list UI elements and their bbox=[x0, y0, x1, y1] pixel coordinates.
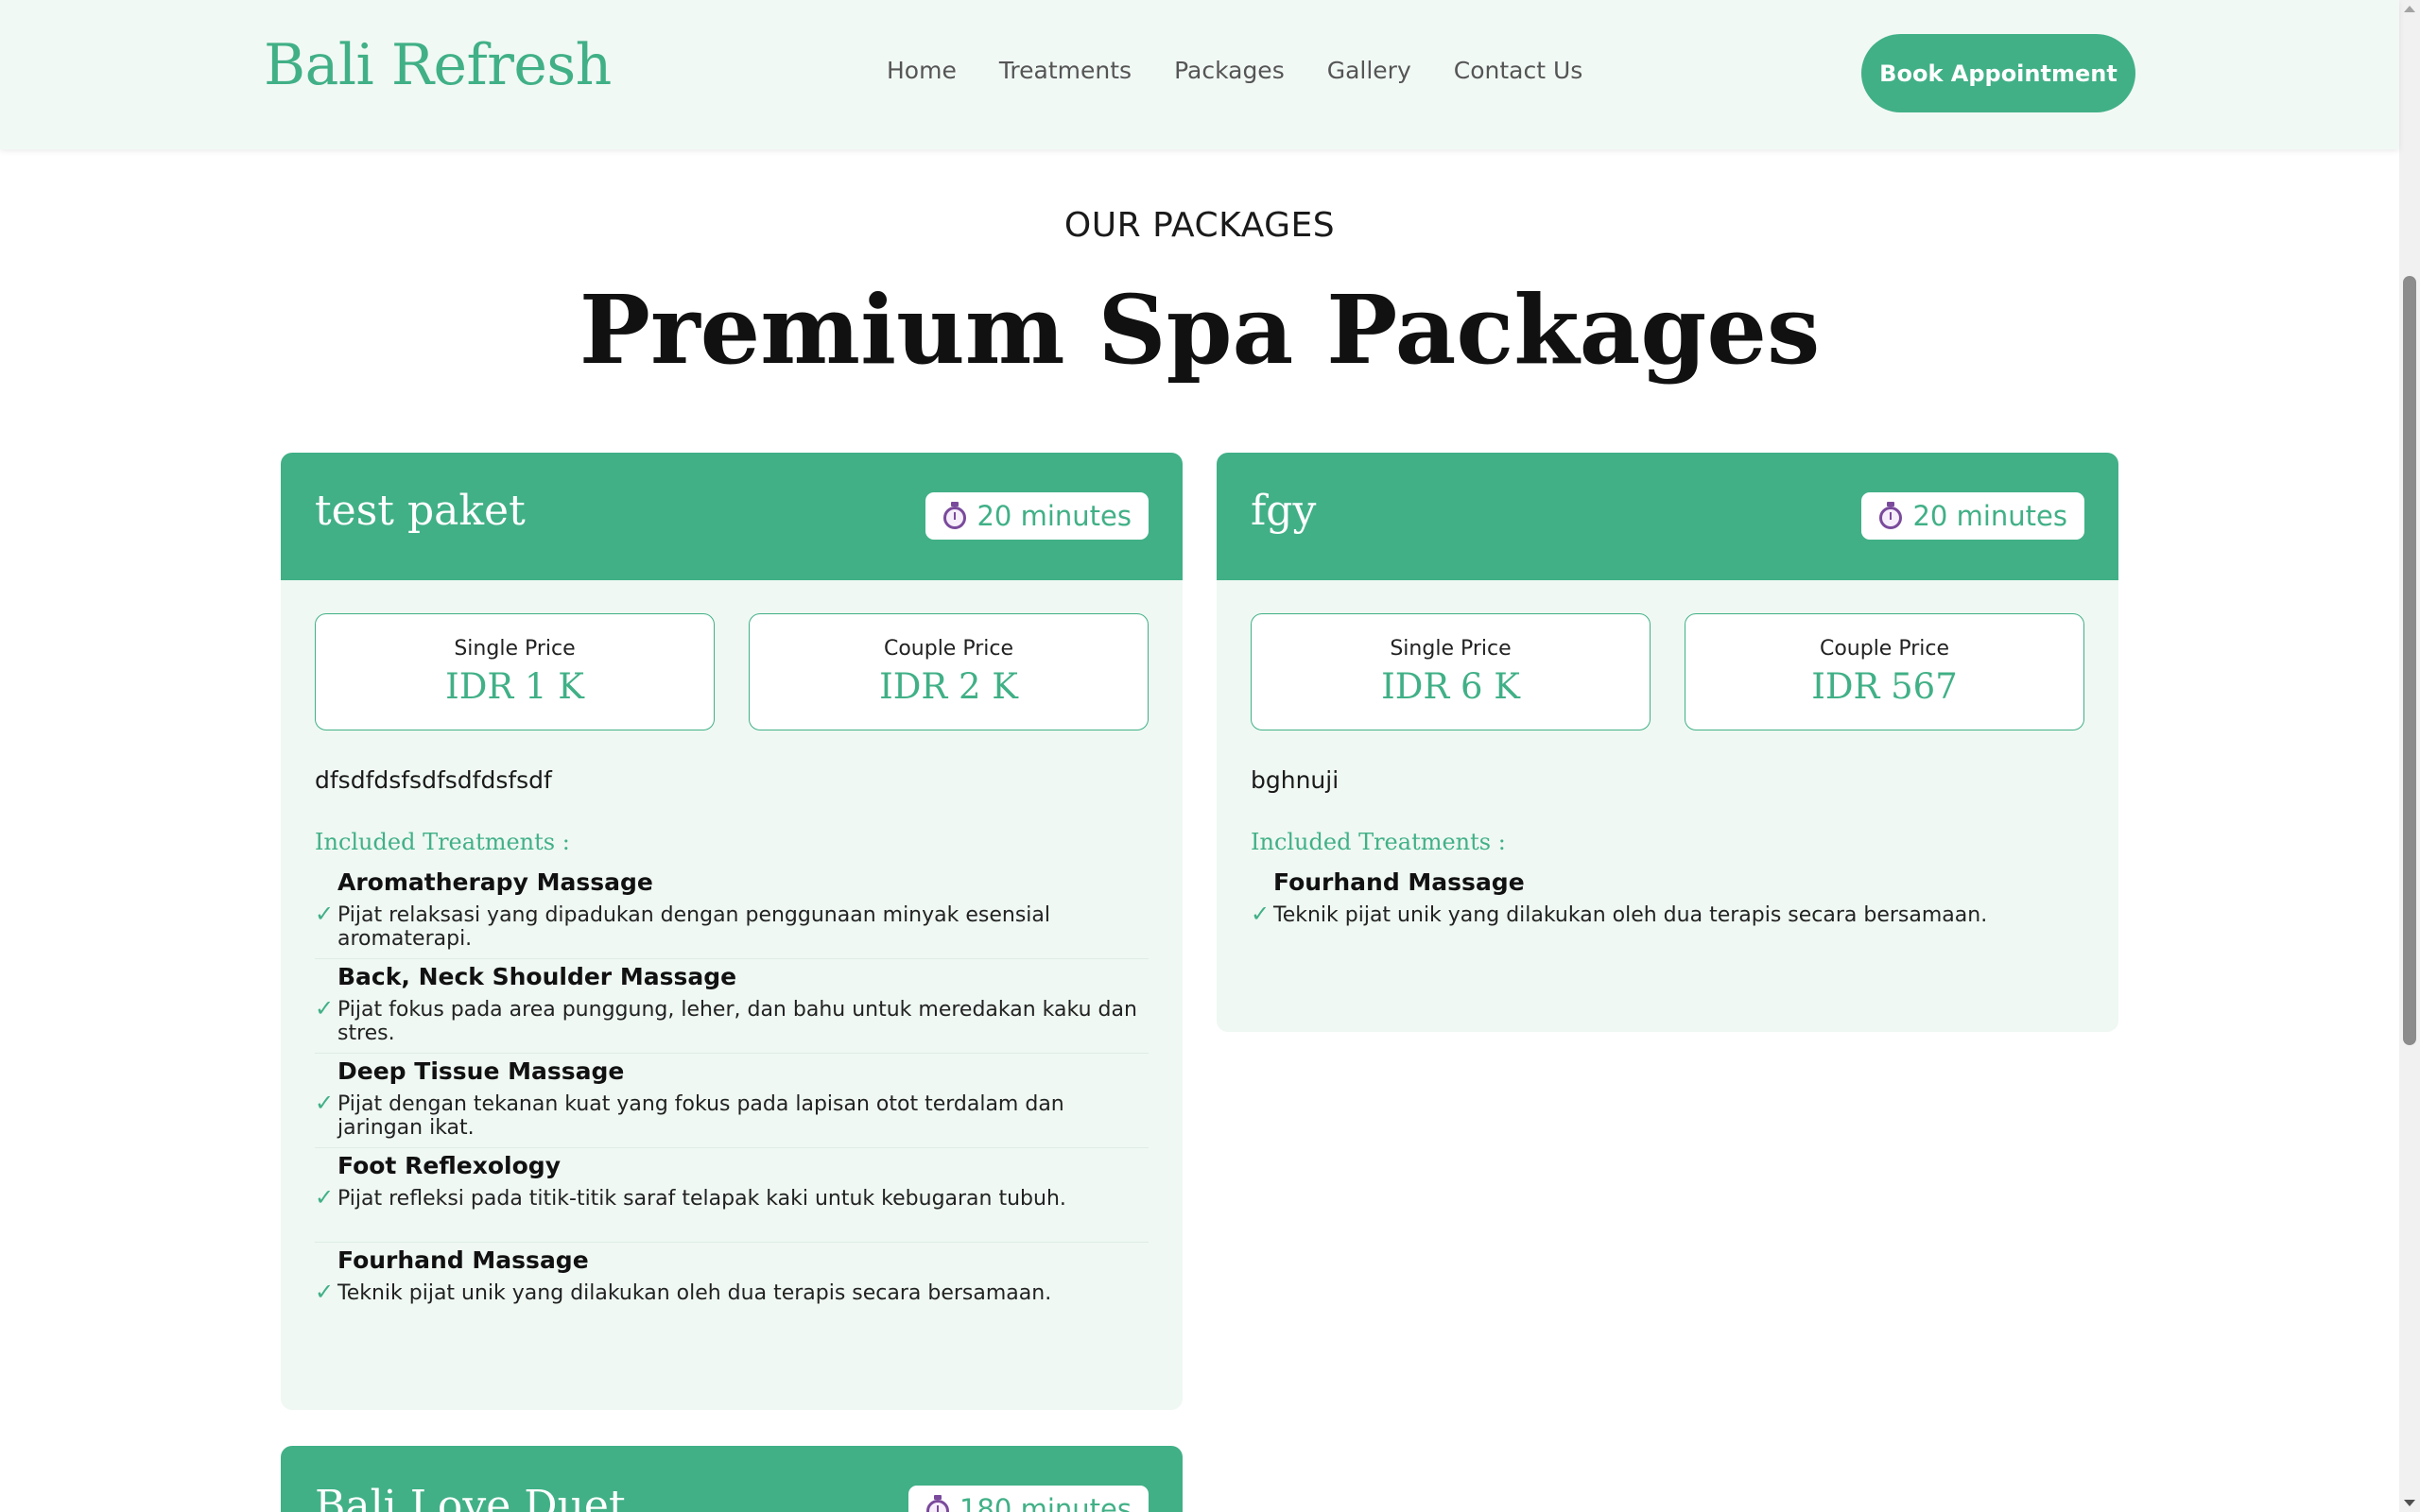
treatment-item: ✓ Fourhand Massage Teknik pijat unik yan… bbox=[315, 1243, 1149, 1337]
treatment-description: Pijat relaksasi yang dipadukan dengan pe… bbox=[337, 903, 1051, 951]
package-name: fgy bbox=[1251, 487, 1317, 535]
treatment-item: ✓ Aromatherapy Massage Pijat relaksasi y… bbox=[315, 865, 1149, 959]
nav-item-home[interactable]: Home bbox=[887, 57, 957, 84]
package-name: Bali Love Duet bbox=[315, 1482, 626, 1512]
package-card: test paket 20 minutes Single Price IDR 1… bbox=[281, 453, 1183, 1410]
treatment-item: ✓ Fourhand Massage Teknik pijat unik yan… bbox=[1251, 865, 2084, 959]
duration-badge: 180 minutes bbox=[908, 1486, 1149, 1512]
couple-price-value: IDR 567 bbox=[1811, 666, 1958, 707]
check-icon: ✓ bbox=[315, 995, 335, 1022]
treatment-item: ✓ Back, Neck Shoulder Massage Pijat foku… bbox=[315, 959, 1149, 1054]
treatment-name: Aromatherapy Massage bbox=[337, 868, 653, 896]
package-card-header: fgy 20 minutes bbox=[1217, 453, 2118, 580]
treatment-description: Teknik pijat unik yang dilakukan oleh du… bbox=[1273, 903, 1988, 927]
package-name: test paket bbox=[315, 487, 526, 535]
duration-badge: 20 minutes bbox=[1861, 492, 2084, 540]
single-price-box: Single Price IDR 6 K bbox=[1251, 613, 1651, 730]
treatment-name: Deep Tissue Massage bbox=[337, 1057, 625, 1085]
check-icon: ✓ bbox=[315, 1090, 335, 1116]
treatment-description: Pijat refleksi pada titik-titik saraf te… bbox=[337, 1187, 1066, 1211]
treatment-list: ✓ Aromatherapy Massage Pijat relaksasi y… bbox=[315, 865, 1149, 1337]
couple-price-label: Couple Price bbox=[883, 637, 1014, 661]
check-icon: ✓ bbox=[315, 1184, 335, 1211]
single-price-value: IDR 6 K bbox=[1381, 666, 1520, 707]
package-description: dfsdfdsfsdfsdfdsfsdf bbox=[315, 766, 552, 794]
book-appointment-button[interactable]: Book Appointment bbox=[1861, 34, 2135, 112]
package-card-header: Bali Love Duet 180 minutes bbox=[281, 1446, 1183, 1512]
treatment-list: ✓ Fourhand Massage Teknik pijat unik yan… bbox=[1251, 865, 2084, 959]
check-icon: ✓ bbox=[315, 901, 335, 927]
duration-text: 20 minutes bbox=[977, 500, 1132, 532]
couple-price-label: Couple Price bbox=[1819, 637, 1950, 661]
couple-price-value: IDR 2 K bbox=[879, 666, 1018, 707]
single-price-box: Single Price IDR 1 K bbox=[315, 613, 715, 730]
treatment-description: Pijat fokus pada area punggung, leher, d… bbox=[337, 998, 1137, 1045]
scroll-up-arrow-icon[interactable] bbox=[2404, 6, 2415, 12]
treatment-item: ✓ Foot Reflexology Pijat refleksi pada t… bbox=[315, 1148, 1149, 1243]
price-row: Single Price IDR 1 K Couple Price IDR 2 … bbox=[315, 613, 1149, 730]
single-price-label: Single Price bbox=[454, 637, 576, 661]
package-card-header: test paket 20 minutes bbox=[281, 453, 1183, 580]
package-card: Bali Love Duet 180 minutes bbox=[281, 1446, 1183, 1512]
check-icon: ✓ bbox=[315, 1279, 335, 1305]
site-header: Bali Refresh Home Treatments Packages Ga… bbox=[0, 0, 2399, 149]
duration-badge: 20 minutes bbox=[925, 492, 1149, 540]
treatment-name: Foot Reflexology bbox=[337, 1152, 561, 1179]
included-treatments-label: Included Treatments : bbox=[315, 829, 570, 855]
treatment-description: Teknik pijat unik yang dilakukan oleh du… bbox=[337, 1281, 1052, 1305]
price-row: Single Price IDR 6 K Couple Price IDR 56… bbox=[1251, 613, 2084, 730]
nav-item-packages[interactable]: Packages bbox=[1174, 57, 1285, 84]
section-title: Premium Spa Packages bbox=[579, 274, 1821, 386]
page-scrollbar[interactable] bbox=[2399, 0, 2420, 1512]
nav-item-gallery[interactable]: Gallery bbox=[1327, 57, 1411, 84]
nav-item-treatments[interactable]: Treatments bbox=[999, 57, 1132, 84]
single-price-label: Single Price bbox=[1390, 637, 1512, 661]
scrollbar-thumb[interactable] bbox=[2403, 276, 2416, 1045]
stopwatch-icon bbox=[925, 1495, 950, 1512]
treatment-name: Fourhand Massage bbox=[1273, 868, 1525, 896]
check-icon: ✓ bbox=[1251, 901, 1270, 927]
duration-text: 180 minutes bbox=[959, 1493, 1132, 1512]
package-card: fgy 20 minutes Single Price IDR 6 K Coup… bbox=[1217, 453, 2118, 1032]
treatment-description: Pijat dengan tekanan kuat yang fokus pad… bbox=[337, 1092, 1064, 1140]
treatment-item: ✓ Deep Tissue Massage Pijat dengan tekan… bbox=[315, 1054, 1149, 1148]
main-nav: Home Treatments Packages Gallery Contact… bbox=[887, 57, 1625, 84]
couple-price-box: Couple Price IDR 2 K bbox=[749, 613, 1149, 730]
stopwatch-icon bbox=[1878, 502, 1903, 530]
package-description: bghnuji bbox=[1251, 766, 1340, 794]
included-treatments-label: Included Treatments : bbox=[1251, 829, 1506, 855]
scroll-down-arrow-icon[interactable] bbox=[2404, 1500, 2415, 1506]
treatment-name: Back, Neck Shoulder Massage bbox=[337, 963, 737, 990]
treatment-name: Fourhand Massage bbox=[337, 1246, 589, 1274]
couple-price-box: Couple Price IDR 567 bbox=[1685, 613, 2084, 730]
stopwatch-icon bbox=[942, 502, 967, 530]
single-price-value: IDR 1 K bbox=[445, 666, 584, 707]
nav-item-contact[interactable]: Contact Us bbox=[1454, 57, 1583, 84]
section-eyebrow: OUR PACKAGES bbox=[1063, 206, 1336, 245]
duration-text: 20 minutes bbox=[1912, 500, 2067, 532]
brand-logo[interactable]: Bali Refresh bbox=[264, 32, 612, 98]
